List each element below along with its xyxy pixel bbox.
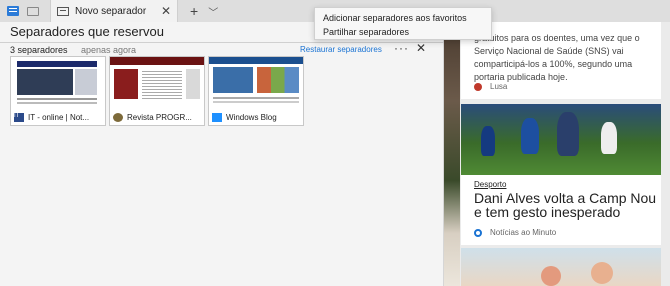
news-photo bbox=[461, 104, 661, 175]
group-close-icon[interactable]: ✕ bbox=[416, 41, 426, 55]
saved-tabs-panel: Separadores que reservou 3 separadores a… bbox=[0, 22, 444, 286]
thumbnail-title: IT - online | Not... bbox=[28, 113, 90, 122]
thumbnail-caption: Windows Blog bbox=[212, 113, 302, 122]
it-online-favicon-icon: IT bbox=[14, 113, 24, 122]
news-source: Notícias ao Minuto bbox=[474, 228, 556, 237]
tab-preview-icon[interactable] bbox=[26, 4, 40, 18]
restore-tabs-link[interactable]: Restaurar separadores bbox=[300, 45, 382, 54]
news-card[interactable] bbox=[461, 248, 661, 286]
tab-preview bbox=[110, 57, 204, 111]
thumbnail-title: Revista PROGR... bbox=[127, 113, 192, 122]
news-snippet: gratuitos para os doentes, uma vez que o… bbox=[474, 33, 640, 82]
news-card[interactable]: Desporto Dani Alves volta a Camp Nou e t… bbox=[461, 104, 661, 245]
revista-favicon-icon bbox=[113, 113, 123, 122]
source-label: Notícias ao Minuto bbox=[490, 228, 557, 237]
tab-title: Novo separador bbox=[75, 5, 147, 17]
menu-item-add-to-favorites[interactable]: Adicionar separadores aos favoritos bbox=[323, 13, 467, 23]
lusa-logo-icon bbox=[474, 82, 482, 91]
tab-new[interactable]: Novo separador ✕ bbox=[50, 0, 178, 22]
divider bbox=[0, 42, 444, 43]
saved-tabs-icon[interactable] bbox=[6, 4, 20, 18]
saved-tab-thumbnail[interactable]: Revista PROGR... bbox=[109, 56, 205, 126]
tab-preview bbox=[209, 57, 303, 111]
news-headline[interactable]: Dani Alves volta a Camp Nou e tem gesto … bbox=[474, 191, 659, 219]
windows-logo-icon bbox=[212, 113, 222, 122]
tab-preview bbox=[11, 57, 105, 111]
saved-tab-thumbnail[interactable]: IT IT - online | Not... bbox=[10, 56, 106, 126]
noticias-logo-icon bbox=[474, 228, 482, 237]
news-category[interactable]: Desporto bbox=[474, 180, 506, 189]
new-tab-icon[interactable]: + bbox=[190, 3, 198, 19]
group-count: 3 separadores bbox=[10, 45, 68, 55]
context-menu: Adicionar separadores aos favoritos Part… bbox=[314, 7, 492, 40]
menu-item-share-tabs[interactable]: Partilhar separadores bbox=[323, 27, 409, 37]
group-time: apenas agora bbox=[81, 45, 137, 55]
chevron-down-icon[interactable]: ﹀ bbox=[208, 4, 218, 19]
background-image bbox=[444, 22, 460, 286]
thumbnail-caption: Revista PROGR... bbox=[113, 113, 203, 122]
tab-close-icon[interactable]: ✕ bbox=[161, 4, 171, 18]
news-feed: gratuitos para os doentes, uma vez que o… bbox=[444, 22, 670, 286]
more-icon[interactable]: ··· bbox=[394, 41, 409, 55]
thumbnail-title: Windows Blog bbox=[226, 113, 277, 122]
source-label: Lusa bbox=[490, 82, 508, 91]
thumbnail-caption: IT IT - online | Not... bbox=[14, 113, 104, 122]
saved-tab-thumbnail[interactable]: Windows Blog bbox=[208, 56, 304, 126]
news-source: Lusa bbox=[474, 82, 507, 91]
page-icon bbox=[57, 6, 69, 16]
panel-title: Separadores que reservou bbox=[10, 24, 164, 39]
